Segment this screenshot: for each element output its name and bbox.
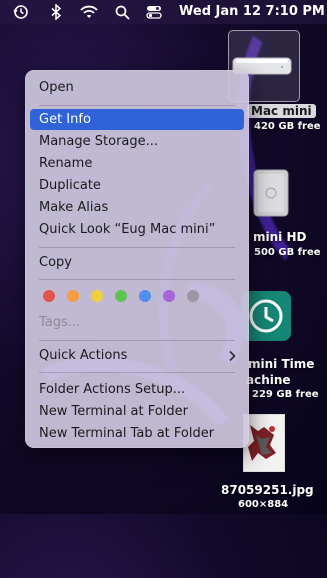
desktop-item-subtitle: 229 GB free [252,389,319,400]
menu-item-manage-storage[interactable]: Manage Storage... [30,131,244,152]
desktop-item-label-line2: achine [246,373,291,387]
menu-item-folder-actions-setup[interactable]: Folder Actions Setup... [30,379,244,400]
menu-item-label: Quick Actions [39,348,128,363]
search-icon[interactable] [113,3,131,21]
tag-green-dot[interactable] [115,290,127,302]
context-menu: Open Get Info Manage Storage... Rename D… [25,70,249,448]
tag-gray-dot[interactable] [187,290,199,302]
desktop-item-label: 87059251.jpg [221,483,314,497]
hard-drive-icon [248,168,294,218]
menu-item-quick-look[interactable]: Quick Look “Eug Mac mini” [30,219,244,240]
menu-bar-clock[interactable]: Wed Jan 12 7:10 PM [179,4,325,19]
menu-item-quick-actions[interactable]: Quick Actions [30,345,244,366]
menu-separator [39,247,235,248]
menu-bar: Wed Jan 12 7:10 PM [0,0,327,24]
menu-item-tags[interactable]: Tags... [30,312,244,333]
control-center-icon[interactable] [145,3,163,21]
desktop-item-label: mini Time [248,357,315,371]
menu-item-open[interactable]: Open [30,77,244,98]
menu-item-new-terminal-tab[interactable]: New Terminal Tab at Folder [30,423,244,444]
tag-blue-dot[interactable] [139,290,151,302]
desktop-item-label: Mac mini [247,104,316,118]
desktop-item-subtitle: 600×884 [238,499,289,510]
menu-item-rename[interactable]: Rename [30,153,244,174]
tag-yellow-dot[interactable] [91,290,103,302]
menu-item-get-info[interactable]: Get Info [30,109,244,130]
desktop-item-label: mini HD [253,230,307,244]
menu-separator [39,279,235,280]
menu-item-make-alias[interactable]: Make Alias [30,197,244,218]
chevron-right-icon [228,345,236,366]
tag-purple-dot[interactable] [163,290,175,302]
menu-item-new-terminal[interactable]: New Terminal at Folder [30,401,244,422]
wifi-icon[interactable] [80,3,98,21]
bluetooth-icon[interactable] [47,3,65,21]
menu-separator [39,105,235,106]
menu-item-duplicate[interactable]: Duplicate [30,175,244,196]
time-machine-icon[interactable] [12,3,30,21]
tag-red-dot[interactable] [43,290,55,302]
menu-item-copy[interactable]: Copy [30,252,244,273]
desktop-item-subtitle: 420 GB free [254,121,321,132]
tag-orange-dot[interactable] [67,290,79,302]
desktop-item-subtitle: 500 GB free [254,247,321,258]
menu-separator [39,340,235,341]
image-thumbnail-icon [243,414,285,472]
menu-separator [39,372,235,373]
